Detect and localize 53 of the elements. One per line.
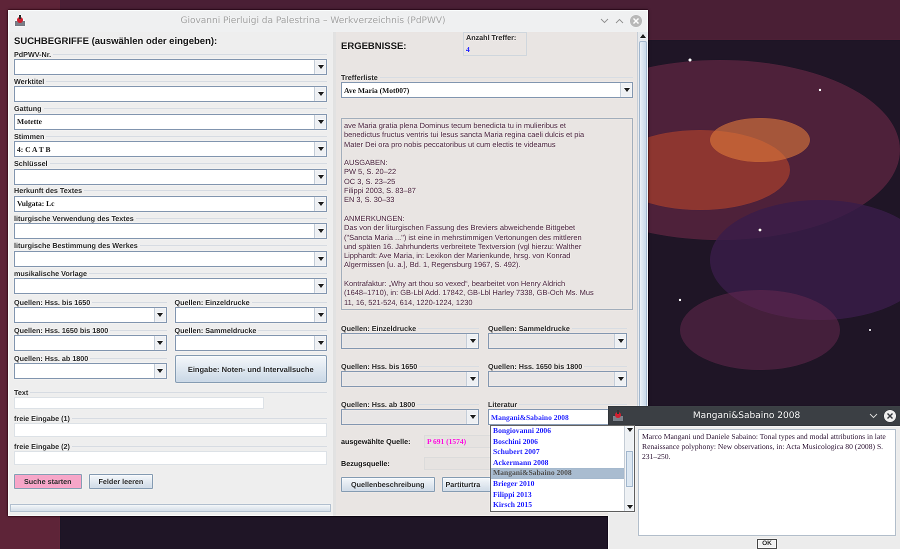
caret-icon — [318, 174, 324, 179]
caret-icon — [318, 341, 324, 346]
dropdown[interactable] — [174, 335, 327, 352]
app-icon — [612, 410, 624, 422]
dropdown[interactable] — [14, 307, 166, 324]
section-heading: SUCHBEGRIFFE (auswählen oder eingeben): — [14, 36, 218, 48]
scrollbar[interactable] — [10, 504, 331, 512]
caret-icon — [318, 229, 324, 234]
dialog-title: Mangani&Sabaino 2008 — [692, 411, 802, 421]
caret-icon — [318, 313, 324, 318]
caret-icon — [318, 120, 324, 124]
caret-icon — [318, 92, 324, 96]
caret-icon — [624, 88, 630, 92]
minimize-icon[interactable] — [869, 413, 878, 419]
dropdown[interactable] — [14, 86, 327, 102]
caret-icon — [318, 256, 324, 261]
app-icon — [14, 15, 26, 27]
caret-icon — [157, 313, 163, 318]
dropdown[interactable] — [14, 168, 327, 185]
caret-icon — [157, 341, 163, 346]
caret-icon — [318, 147, 324, 152]
caret-icon — [318, 284, 324, 288]
dropdown[interactable] — [488, 371, 627, 387]
caret-icon — [470, 415, 476, 419]
dropdown[interactable] — [488, 333, 627, 349]
dropdown[interactable] — [14, 59, 327, 75]
caret-icon — [157, 369, 163, 374]
caret-icon — [626, 505, 632, 509]
input-field[interactable] — [14, 451, 327, 466]
caret-icon — [318, 202, 324, 206]
dropdown[interactable] — [341, 333, 479, 349]
maximize-icon[interactable] — [615, 18, 624, 24]
caret-icon — [470, 377, 476, 381]
input-field[interactable] — [14, 397, 264, 410]
dropdown[interactable] — [14, 250, 327, 267]
dropdown[interactable] — [14, 278, 327, 294]
dropdown[interactable] — [14, 223, 327, 240]
caret-icon — [640, 34, 646, 38]
scrollbar[interactable] — [624, 426, 634, 511]
caret-icon — [618, 377, 624, 381]
section-heading: ERGEBNISSE: — [341, 41, 408, 52]
caret-icon — [618, 339, 624, 343]
caret-icon — [318, 65, 324, 69]
window-title: Giovanni Pierluigi da Palestrina – Werkverzeichnis (PdPWV) — [179, 16, 447, 26]
dropdown[interactable] — [14, 335, 166, 352]
dropdown[interactable] — [341, 371, 479, 387]
dropdown[interactable] — [341, 409, 479, 425]
dropdown[interactable] — [174, 307, 327, 324]
dropdown[interactable] — [14, 363, 166, 380]
caret-icon — [626, 428, 632, 432]
close-icon[interactable] — [884, 410, 896, 422]
input-field[interactable] — [14, 423, 327, 438]
caret-icon — [470, 339, 476, 343]
